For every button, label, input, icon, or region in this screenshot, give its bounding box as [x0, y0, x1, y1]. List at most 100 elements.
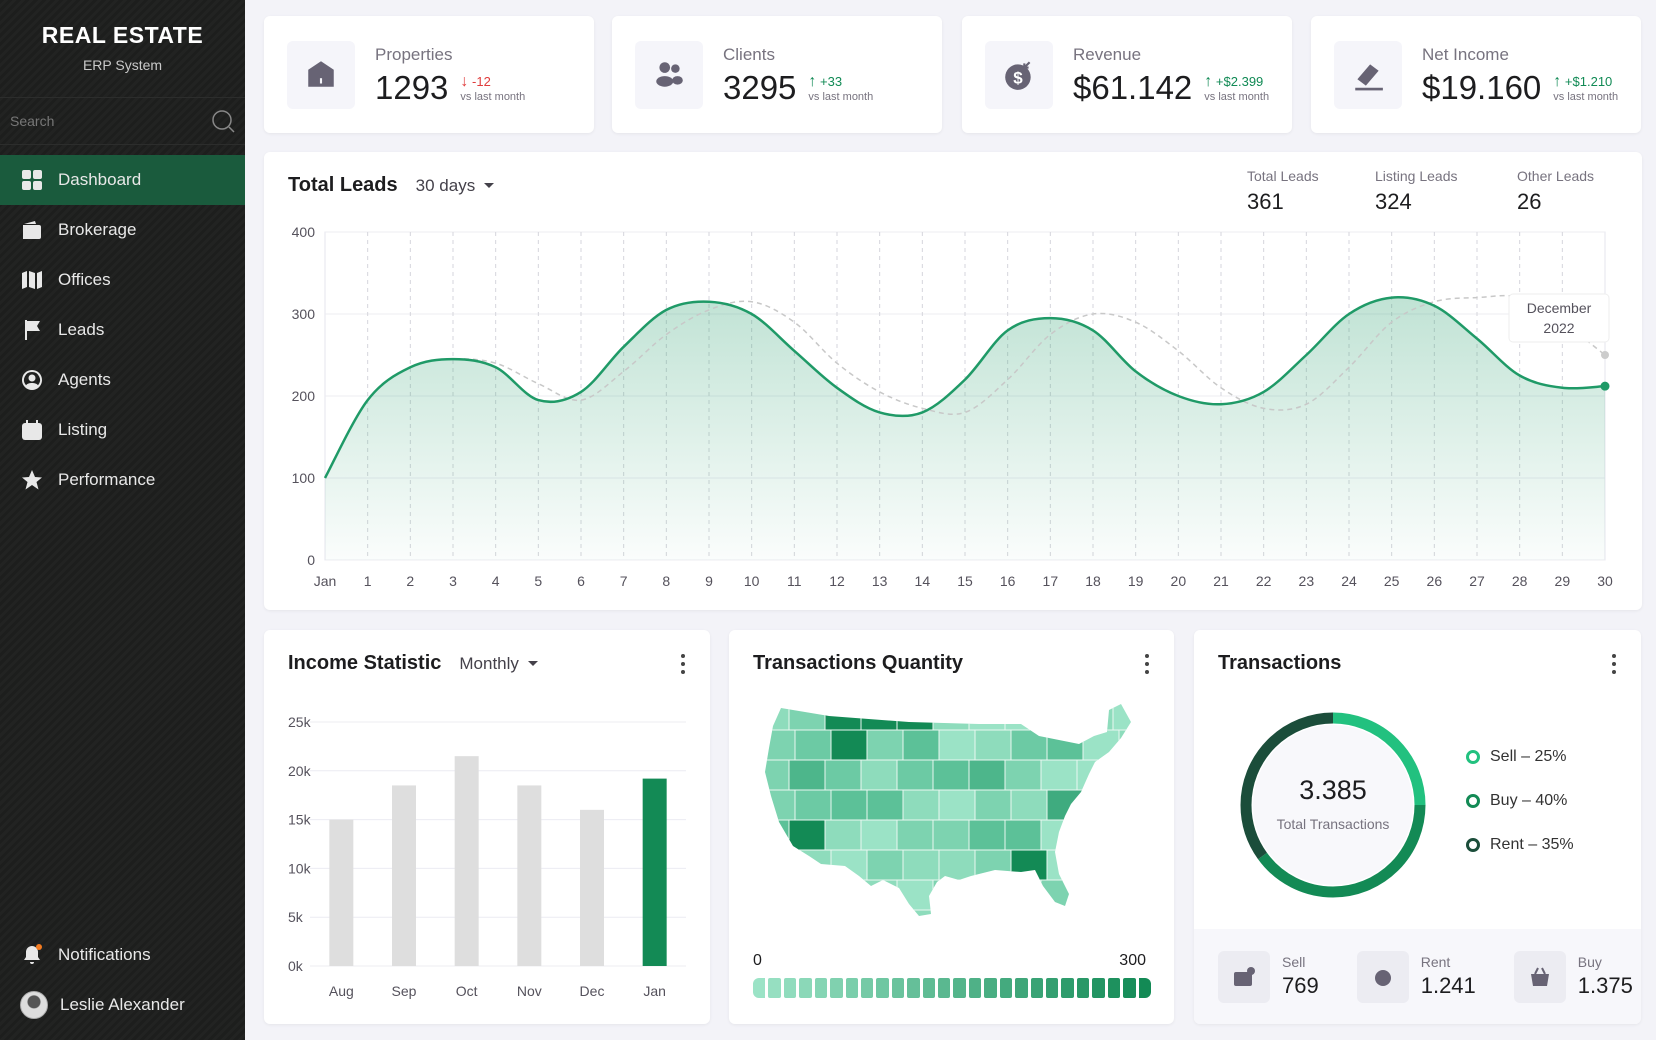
state-region: [968, 819, 1006, 851]
sidebar-item-brokerage[interactable]: Brokerage: [0, 205, 245, 255]
legend-dot-icon: [1466, 838, 1480, 852]
scale-segment: [999, 978, 1013, 998]
sidebar-item-dashboard[interactable]: Dashboard: [0, 155, 245, 205]
footer-stat-value: 1.241: [1420, 973, 1476, 998]
more-options-icon[interactable]: [1144, 654, 1150, 674]
legend-label: Sell – 25%: [1490, 748, 1567, 765]
state-region: [1118, 849, 1131, 881]
state-region: [765, 849, 796, 881]
footer-stat-sell: Sell 769: [1218, 950, 1319, 1003]
state-region: [1118, 729, 1131, 761]
sidebar-item-agents[interactable]: Agents: [0, 355, 245, 405]
map-title: Transactions Quantity: [753, 652, 964, 674]
state-region: [794, 729, 832, 761]
state-region: [1112, 759, 1131, 791]
scale-segment: [1015, 978, 1028, 998]
user-name: Leslie Alexander: [60, 995, 185, 1014]
x-tick-label: 10: [744, 573, 760, 589]
kpi-icon-box: [287, 40, 355, 109]
state-region: [788, 759, 826, 791]
more-options-icon[interactable]: [1611, 654, 1617, 674]
kpi-sub: vs last month: [1204, 90, 1270, 103]
kpi-card-revenue: $ Revenue $61.142 ↑ +$2.399 vs last mont…: [962, 16, 1292, 133]
scale-segment: [1061, 978, 1074, 998]
total-transactions-label: Total Transactions: [1276, 816, 1390, 832]
scale-segment: [907, 978, 920, 998]
state-region: [1118, 789, 1131, 821]
state-region: [1046, 849, 1084, 881]
scale-segment: [830, 978, 843, 998]
state-region: [974, 789, 1012, 821]
state-region: [1040, 759, 1078, 791]
grid-icon: [22, 170, 42, 190]
state-region: [765, 789, 796, 821]
sidebar-item-label: Brokerage: [58, 220, 137, 239]
footer-stat-label: Sell: [1282, 954, 1306, 970]
footer-stat-value: 769: [1282, 973, 1319, 998]
state-region: [1010, 849, 1048, 881]
x-tick-label: 17: [1043, 573, 1059, 589]
footer-stat-buy: Buy 1.375: [1513, 950, 1633, 1003]
sidebar-item-performance[interactable]: Performance: [0, 455, 245, 505]
x-tick-label: 8: [662, 573, 670, 589]
x-tick-label: Jan: [643, 983, 666, 999]
kpi-delta: +$2.399: [1215, 73, 1264, 89]
x-tick-label: 7: [620, 573, 628, 589]
x-tick-label: 24: [1341, 573, 1357, 589]
scale-segment: [968, 978, 982, 998]
x-tick-label: 26: [1427, 573, 1443, 589]
kpi-sub: vs last month: [460, 90, 526, 103]
state-region: [896, 704, 934, 731]
notifications-button[interactable]: Notifications: [0, 930, 245, 980]
sidebar-item-label: Dashboard: [58, 170, 142, 189]
footer-stat-rent: Rent 1.241: [1356, 950, 1476, 1003]
x-tick-label: 3: [449, 573, 457, 589]
wallet-icon: [23, 221, 41, 239]
kpi-sub: vs last month: [1553, 90, 1619, 103]
notifications-label: Notifications: [58, 945, 151, 964]
svg-text:$: $: [1013, 68, 1023, 87]
search-icon[interactable]: [211, 109, 235, 133]
x-tick-label: Dec: [580, 983, 605, 999]
x-tick-label: 12: [829, 573, 845, 589]
state-region: [866, 849, 904, 881]
sidebar-item-offices[interactable]: Offices: [0, 255, 245, 305]
state-region: [1076, 819, 1114, 851]
state-region: [794, 789, 832, 821]
tooltip: December 2022: [1508, 293, 1610, 343]
y-tick-label: 400: [292, 224, 316, 240]
x-tick-label: 4: [492, 573, 500, 589]
bar-aug: [329, 819, 354, 966]
sidebar-item-leads[interactable]: Leads: [0, 305, 245, 355]
flag-icon: [25, 320, 40, 340]
pen-icon: [1355, 63, 1383, 90]
us-choropleth-map[interactable]: [759, 696, 1139, 936]
state-region: [932, 759, 970, 791]
x-tick-label: Nov: [517, 983, 542, 999]
state-region: [860, 819, 898, 851]
transactions-quantity-card: Transactions Quantity 0 300: [729, 630, 1174, 1024]
state-region: [1076, 879, 1114, 911]
state-region: [1040, 819, 1078, 851]
state-region: [1004, 704, 1042, 731]
x-tick-label: 30: [1597, 573, 1613, 589]
arrow-up-icon: ↑: [1553, 72, 1562, 90]
map-icon: [22, 271, 42, 289]
x-tick-label: 2: [406, 573, 414, 589]
state-region: [794, 849, 832, 881]
house-icon: [308, 60, 334, 87]
user-profile[interactable]: Leslie Alexander: [0, 980, 245, 1030]
state-region: [932, 704, 970, 731]
search-input[interactable]: [10, 113, 190, 129]
state-region: [765, 759, 790, 791]
state-region: [938, 789, 976, 821]
state-region: [765, 909, 796, 916]
bar-nov: [517, 785, 542, 966]
state-region: [968, 759, 1006, 791]
scale-segment: [860, 978, 874, 998]
star-icon: [22, 470, 42, 490]
state-region: [765, 879, 790, 911]
state-region: [902, 909, 940, 916]
sidebar-item-listing[interactable]: Listing: [0, 405, 245, 455]
state-region: [938, 729, 976, 761]
